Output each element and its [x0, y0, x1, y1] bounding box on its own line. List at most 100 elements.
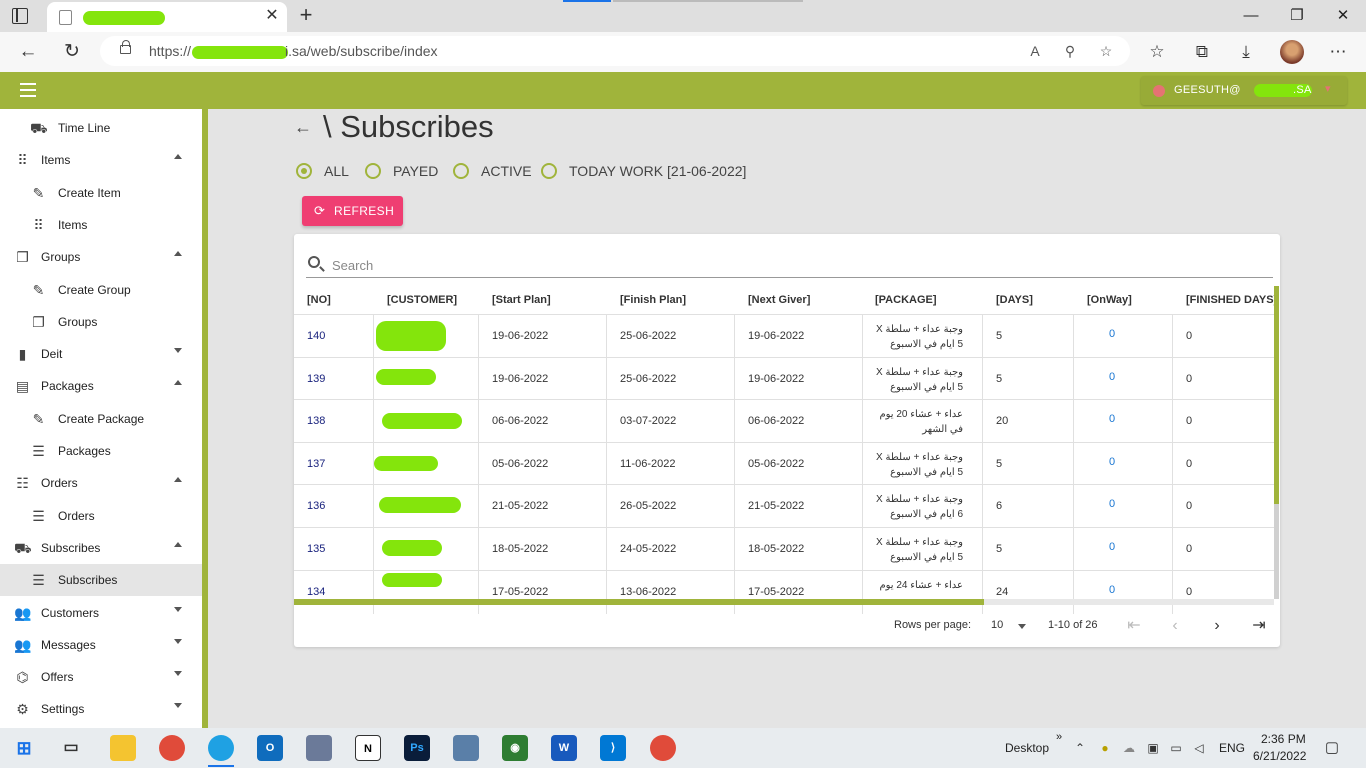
column-header[interactable]: [Start Plan] — [492, 294, 551, 306]
sidebar-item-orders[interactable]: ☷ Orders — [0, 467, 202, 499]
cell-no[interactable]: 135 — [307, 543, 325, 555]
show-hidden-icons-icon[interactable]: ⌃ — [1071, 739, 1089, 757]
collections-icon[interactable]: ⧉ — [1189, 40, 1215, 64]
sidebar-item-settings[interactable]: ⚙ Settings — [0, 693, 202, 725]
cell-onway[interactable]: 0 — [1109, 328, 1115, 340]
sidebar-item-create-item[interactable]: ✎ Create Item — [0, 177, 202, 209]
cell-no[interactable]: 134 — [307, 586, 325, 598]
restore-button[interactable]: ❐ — [1282, 4, 1312, 28]
user-menu[interactable]: GEESUTH@ .SA ▾ — [1141, 76, 1347, 105]
favorites-icon[interactable]: ☆ — [1144, 40, 1170, 64]
network-icon[interactable]: ▭ — [1167, 739, 1185, 757]
sidebar-item-time-line[interactable]: ⛟ Time Line — [0, 112, 202, 144]
toolbar-overflow-icon[interactable]: » — [1056, 731, 1062, 743]
viewer-app-icon[interactable]: ◉ — [502, 735, 528, 761]
desktop-toolbar-label[interactable]: Desktop — [1005, 741, 1049, 755]
sidebar-item-items[interactable]: ⠿ Items — [0, 209, 202, 241]
chrome-profile-icon[interactable] — [650, 735, 676, 761]
cell-no[interactable]: 140 — [307, 330, 325, 342]
add-favorite-icon[interactable]: ☆ — [1095, 41, 1117, 61]
table-row[interactable]: 140 19-06-2022 25-06-2022 19-06-2022 وجبة عد… — [294, 314, 1274, 358]
column-header[interactable]: [OnWay] — [1087, 294, 1132, 306]
table-row[interactable]: 139 19-06-2022 25-06-2022 19-06-2022 وجبة عد… — [294, 356, 1274, 401]
back-icon[interactable]: ← — [14, 38, 42, 66]
notifications-icon[interactable]: ▢ — [1323, 739, 1341, 757]
close-window-button[interactable]: ✕ — [1328, 4, 1358, 28]
cell-no[interactable]: 139 — [307, 373, 325, 385]
previous-page-icon[interactable]: ‹ — [1163, 614, 1187, 638]
next-page-icon[interactable]: › — [1205, 614, 1229, 638]
sidebar-item-orders[interactable]: ☰ Orders — [0, 500, 202, 532]
search-input[interactable] — [332, 256, 1232, 274]
network-app-icon[interactable] — [306, 735, 332, 761]
save-app-icon[interactable] — [453, 735, 479, 761]
file-explorer-icon[interactable] — [110, 735, 136, 761]
column-header[interactable]: [DAYS] — [996, 294, 1033, 306]
cell-onway[interactable]: 0 — [1109, 541, 1115, 553]
zoom-icon[interactable]: ⚲ — [1059, 41, 1081, 61]
onedrive-icon[interactable]: ☁ — [1120, 739, 1138, 757]
rows-per-page-select[interactable]: 10 — [991, 619, 1003, 631]
task-view-icon[interactable]: ▭ — [58, 735, 84, 761]
cell-no[interactable]: 137 — [307, 458, 325, 470]
sidebar-item-items[interactable]: ⠿ Items — [0, 144, 202, 176]
column-header[interactable]: [Next Giver] — [748, 294, 810, 306]
column-header[interactable]: [FINISHED DAYS] — [1186, 294, 1277, 306]
refresh-button[interactable]: ⟳ REFRESH — [302, 196, 403, 226]
back-arrow-icon[interactable]: ← — [294, 117, 312, 138]
menu-icon[interactable] — [20, 83, 36, 97]
sidebar-item-create-package[interactable]: ✎ Create Package — [0, 403, 202, 435]
clock-date[interactable]: 6/21/2022 — [1253, 749, 1306, 763]
table-horizontal-scrollbar[interactable] — [294, 599, 984, 605]
radio-unchecked-icon[interactable] — [541, 163, 557, 179]
sidebar-item-customers[interactable]: 👥 Customers — [0, 597, 202, 629]
new-tab-icon[interactable]: + — [295, 3, 317, 27]
cell-onway[interactable]: 0 — [1109, 498, 1115, 510]
table-row[interactable]: 135 18-05-2022 24-05-2022 18-05-2022 وجبة عد… — [294, 527, 1274, 571]
browser-tab[interactable]: ✕ — [47, 2, 287, 32]
chevron-down-icon[interactable] — [1018, 624, 1026, 629]
chrome-icon[interactable] — [159, 735, 185, 761]
column-header[interactable]: [NO] — [307, 294, 331, 306]
radio-unchecked-icon[interactable] — [453, 163, 469, 179]
cell-onway[interactable]: 0 — [1109, 371, 1115, 383]
sidebar-item-offers[interactable]: ⌬ Offers — [0, 661, 202, 693]
read-aloud-icon[interactable]: A — [1024, 41, 1046, 61]
edge-icon[interactable] — [208, 735, 234, 761]
sidebar-item-create-group[interactable]: ✎ Create Group — [0, 274, 202, 306]
more-menu-icon[interactable]: ⋯ — [1325, 40, 1351, 64]
radio-unchecked-icon[interactable] — [365, 163, 381, 179]
clock-time[interactable]: 2:36 PM — [1261, 732, 1306, 746]
table-row[interactable]: 138 06-06-2022 03-07-2022 06-06-2022 عداء + … — [294, 399, 1274, 444]
minimize-button[interactable]: — — [1236, 4, 1266, 28]
column-header[interactable]: [Finish Plan] — [620, 294, 686, 306]
table-vertical-scrollbar[interactable] — [1274, 286, 1279, 504]
column-header[interactable]: [CUSTOMER] — [387, 294, 457, 306]
cell-onway[interactable]: 0 — [1109, 413, 1115, 425]
outlook-icon[interactable]: O — [257, 735, 283, 761]
photoshop-icon[interactable]: Ps — [404, 735, 430, 761]
sidebar-item-subscribes[interactable]: ☰ Subscribes — [0, 564, 202, 597]
table-row[interactable]: 136 21-05-2022 26-05-2022 21-05-2022 وجبة عد… — [294, 484, 1274, 529]
tab-actions-icon[interactable] — [12, 8, 28, 24]
reload-icon[interactable]: ↻ — [58, 38, 86, 66]
cell-onway[interactable]: 0 — [1109, 584, 1115, 596]
radio-checked-icon[interactable] — [296, 163, 312, 179]
profile-avatar[interactable] — [1280, 40, 1304, 64]
notion-icon[interactable]: N — [355, 735, 381, 761]
table-row[interactable]: 137 05-06-2022 11-06-2022 05-06-2022 وجبة عد… — [294, 441, 1274, 486]
sidebar-item-subscribes[interactable]: ⛟ Subscribes — [0, 532, 202, 564]
sidebar-item-messages[interactable]: 👥 Messages — [0, 629, 202, 661]
downloads-icon[interactable]: ⤓ — [1233, 40, 1259, 64]
tab-close-icon[interactable]: ✕ — [262, 6, 282, 26]
first-page-icon[interactable]: ⇤ — [1122, 614, 1146, 638]
vscode-icon[interactable]: ⟩ — [600, 735, 626, 761]
language-indicator[interactable]: ENG — [1219, 741, 1245, 755]
tray-device-icon[interactable]: ▣ — [1144, 739, 1162, 757]
sidebar-item-groups[interactable]: ❐ Groups — [0, 306, 202, 338]
last-page-icon[interactable]: ⇥ — [1247, 614, 1271, 638]
sidebar-item-packages[interactable]: ☰ Packages — [0, 435, 202, 467]
sidebar-item-packages[interactable]: ▤ Packages — [0, 370, 202, 402]
cell-no[interactable]: 136 — [307, 500, 325, 512]
windows-start-icon[interactable]: ⊞ — [11, 735, 37, 761]
